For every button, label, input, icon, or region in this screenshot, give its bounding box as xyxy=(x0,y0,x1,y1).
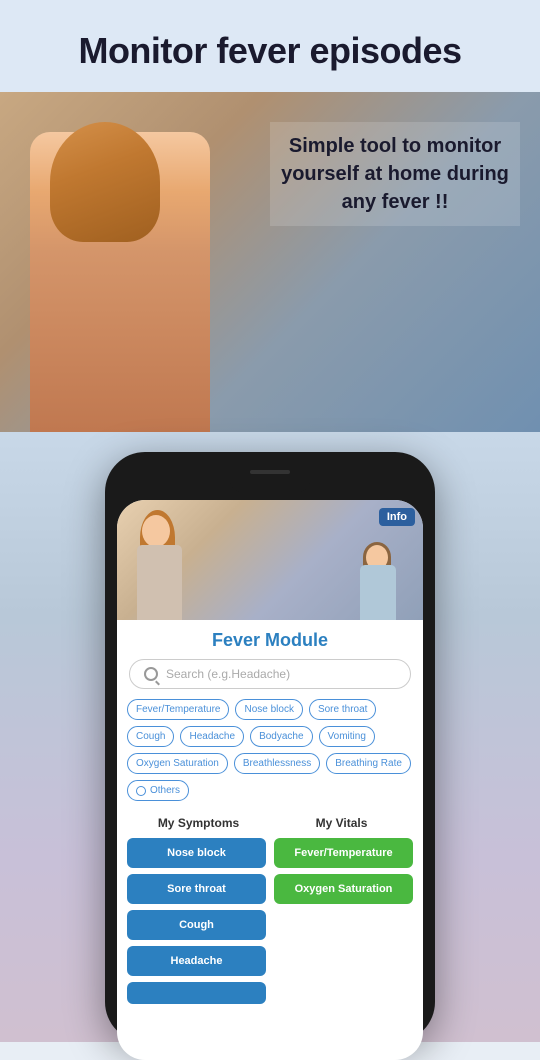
tag-oxygen[interactable]: Oxygen Saturation xyxy=(127,753,228,774)
hero-section: Simple tool to monitor yourself at home … xyxy=(0,92,540,432)
my-symptoms-header: My Symptoms xyxy=(127,816,270,830)
screen-hero-image: Info xyxy=(117,500,423,620)
tag-sorethroat[interactable]: Sore throat xyxy=(309,699,376,720)
phone-notch xyxy=(230,470,310,492)
tag-breathlessness[interactable]: Breathlessness xyxy=(234,753,320,774)
tag-vomiting[interactable]: Vomiting xyxy=(319,726,375,747)
mini-woman xyxy=(132,510,202,620)
vitals-column: Fever/Temperature Oxygen Saturation xyxy=(274,838,413,1004)
symptom-headache[interactable]: Headache xyxy=(127,946,266,976)
others-search-icon xyxy=(136,786,146,796)
symptom-cough[interactable]: Cough xyxy=(127,910,266,940)
mini-child xyxy=(358,540,408,620)
phone-mockup: Info Fever Module Search (e.g.Headache) … xyxy=(105,452,435,1042)
info-badge[interactable]: Info xyxy=(379,508,415,526)
module-title: Fever Module xyxy=(117,620,423,659)
phone-screen: Info Fever Module Search (e.g.Headache) … xyxy=(117,500,423,1060)
woman-hair xyxy=(50,122,160,242)
search-icon xyxy=(144,667,158,681)
two-col-header: My Symptoms My Vitals xyxy=(117,811,423,838)
search-placeholder: Search (e.g.Headache) xyxy=(166,667,290,681)
my-vitals-header: My Vitals xyxy=(270,816,413,830)
hero-text-overlay: Simple tool to monitor yourself at home … xyxy=(270,122,520,226)
tag-cough[interactable]: Cough xyxy=(127,726,174,747)
app-header: Monitor fever episodes xyxy=(0,0,540,92)
hero-background: Simple tool to monitor yourself at home … xyxy=(0,92,540,432)
mini-child-body xyxy=(360,565,396,620)
vital-fever[interactable]: Fever/Temperature xyxy=(274,838,413,868)
tag-others[interactable]: Others xyxy=(127,780,189,801)
tags-container: Fever/Temperature Nose block Sore throat… xyxy=(117,699,423,801)
tag-breathing[interactable]: Breathing Rate xyxy=(326,753,411,774)
phone-speaker xyxy=(250,470,290,474)
symptoms-column: Nose block Sore throat Cough Headache xyxy=(127,838,266,1004)
tag-bodyache[interactable]: Bodyache xyxy=(250,726,312,747)
symptom-bodyache[interactable] xyxy=(127,982,266,1004)
mini-body xyxy=(137,545,182,620)
mini-head xyxy=(142,515,170,547)
tag-headache[interactable]: Headache xyxy=(180,726,244,747)
page-title: Monitor fever episodes xyxy=(20,30,520,72)
tag-fever[interactable]: Fever/Temperature xyxy=(127,699,229,720)
search-bar[interactable]: Search (e.g.Headache) xyxy=(129,659,411,689)
phone-section: Info Fever Module Search (e.g.Headache) … xyxy=(0,432,540,1042)
vital-oxygen[interactable]: Oxygen Saturation xyxy=(274,874,413,904)
symptom-nose-block[interactable]: Nose block xyxy=(127,838,266,868)
symptom-sore-throat[interactable]: Sore throat xyxy=(127,874,266,904)
hero-tagline: Simple tool to monitor yourself at home … xyxy=(280,132,510,216)
hero-woman-figure xyxy=(10,122,240,432)
tag-nose[interactable]: Nose block xyxy=(235,699,302,720)
two-col-content: Nose block Sore throat Cough Headache Fe… xyxy=(117,838,423,1004)
